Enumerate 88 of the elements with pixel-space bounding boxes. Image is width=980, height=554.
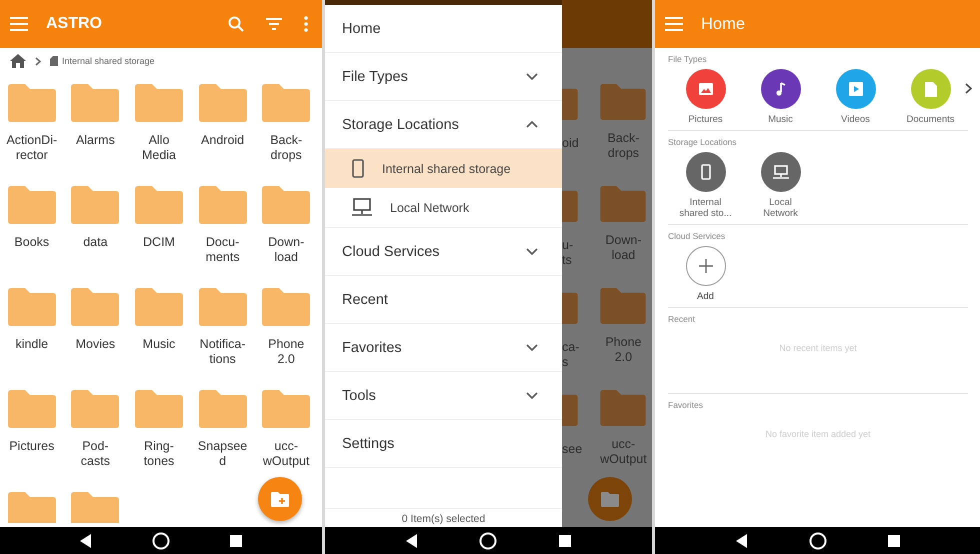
folder-name[interactable]: ucc- wOutput (262, 439, 310, 469)
music-note-icon (776, 82, 786, 96)
folder-name: u- ts (562, 238, 574, 268)
category-circle[interactable] (686, 152, 726, 192)
add-label: Add (697, 291, 714, 302)
folder-icon (600, 84, 646, 120)
drawer-group[interactable]: Cloud Services (325, 227, 562, 276)
recents-icon[interactable] (888, 534, 900, 546)
folder-name: oid (562, 136, 580, 151)
folder-name[interactable]: Notifica- tions (200, 337, 246, 367)
home-icon[interactable] (808, 532, 826, 550)
folder-name[interactable]: DCIM (143, 235, 175, 250)
drawer-subitem[interactable]: Internal shared storage (325, 149, 562, 188)
category-circle[interactable] (760, 69, 800, 109)
folder-name[interactable]: data (83, 235, 108, 250)
home-icon[interactable] (152, 532, 170, 550)
folder-name[interactable]: Books (14, 235, 50, 250)
more-icon[interactable] (304, 16, 308, 32)
home-icon[interactable] (479, 532, 498, 550)
back-icon[interactable] (80, 534, 92, 548)
image-icon (698, 83, 712, 95)
chevron-down-icon (526, 392, 538, 399)
search-icon[interactable] (228, 16, 244, 32)
folder-name[interactable]: Pod- casts (80, 439, 110, 469)
folder-name[interactable]: Alarms (76, 133, 115, 148)
back-icon[interactable] (736, 534, 748, 548)
folder-name: Down- load (605, 233, 642, 263)
folder-name[interactable]: Music (142, 337, 176, 352)
drawer-subitem[interactable]: Local Network (325, 188, 562, 227)
plus-icon (698, 259, 712, 273)
play-icon (848, 82, 862, 96)
computer-network-icon (352, 198, 372, 217)
section-title: Recent (668, 313, 696, 326)
folder-name[interactable]: Android (201, 133, 244, 148)
recents-icon[interactable] (230, 534, 242, 546)
section-title: Favorites (668, 399, 704, 412)
home-icon[interactable] (10, 54, 26, 68)
folder-icon (600, 186, 646, 222)
chevron-up-icon (526, 121, 538, 128)
category-label: Music (768, 114, 793, 125)
recents-icon[interactable] (559, 534, 572, 546)
folder-name: Phone 2.0 (605, 335, 642, 365)
sd-card-icon (50, 56, 58, 66)
folder-icon (600, 390, 646, 426)
app-title: ASTRO (46, 15, 102, 33)
breadcrumb-link[interactable]: Internal shared storage (62, 56, 155, 66)
category-label: Documents (906, 114, 955, 125)
category-label: Pictures (688, 114, 723, 125)
chevron-down-icon (526, 248, 538, 255)
add-button[interactable] (686, 246, 726, 286)
category-label: Internal shared sto... (679, 197, 732, 219)
section-title: Cloud Services (668, 230, 726, 243)
folder-name[interactable]: Docu- ments (206, 235, 240, 265)
folder-name[interactable]: Ring- tones (144, 439, 174, 469)
folder-name[interactable]: Back- drops (270, 133, 302, 163)
chevron-right-icon (35, 56, 41, 66)
app-title: Home (701, 14, 746, 34)
category-label: Videos (841, 114, 870, 125)
folder-name[interactable]: ActionDi- rector (6, 133, 58, 163)
menu-icon[interactable] (665, 17, 683, 31)
folder-name[interactable]: Pictures (9, 439, 54, 454)
new-folder-button[interactable] (258, 477, 302, 521)
phone-icon (352, 159, 364, 178)
folder-name[interactable]: kindle (15, 337, 48, 352)
chevron-down-icon (526, 344, 538, 351)
phone-icon (700, 164, 710, 180)
category-label: Local Network (763, 197, 798, 219)
chevron-down-icon (526, 73, 538, 80)
folder-name[interactable]: Phone 2.0 (268, 337, 304, 367)
folder-name[interactable]: Allo Media (142, 133, 176, 163)
document-icon (924, 82, 936, 96)
folder-name: ca- s (562, 340, 580, 370)
category-circle[interactable] (686, 69, 726, 109)
folder-icon (600, 288, 646, 324)
folder-name[interactable]: Down- load (268, 235, 304, 265)
folder-name: ucc- wOutput (600, 437, 647, 467)
section-title: Storage Locations (668, 136, 738, 149)
computer-network-icon (772, 164, 788, 180)
section-title: File Types (668, 53, 708, 66)
menu-icon[interactable] (10, 17, 28, 31)
folder-name: see (562, 442, 584, 457)
folder-name: Back- drops (607, 131, 640, 161)
folder-name[interactable]: Snapsee d (198, 439, 248, 469)
back-icon[interactable] (406, 534, 418, 548)
folder-name[interactable]: Movies (76, 337, 116, 352)
chevron-right-icon[interactable] (965, 83, 972, 94)
category-circle[interactable] (760, 152, 800, 192)
filter-icon[interactable] (266, 18, 282, 30)
